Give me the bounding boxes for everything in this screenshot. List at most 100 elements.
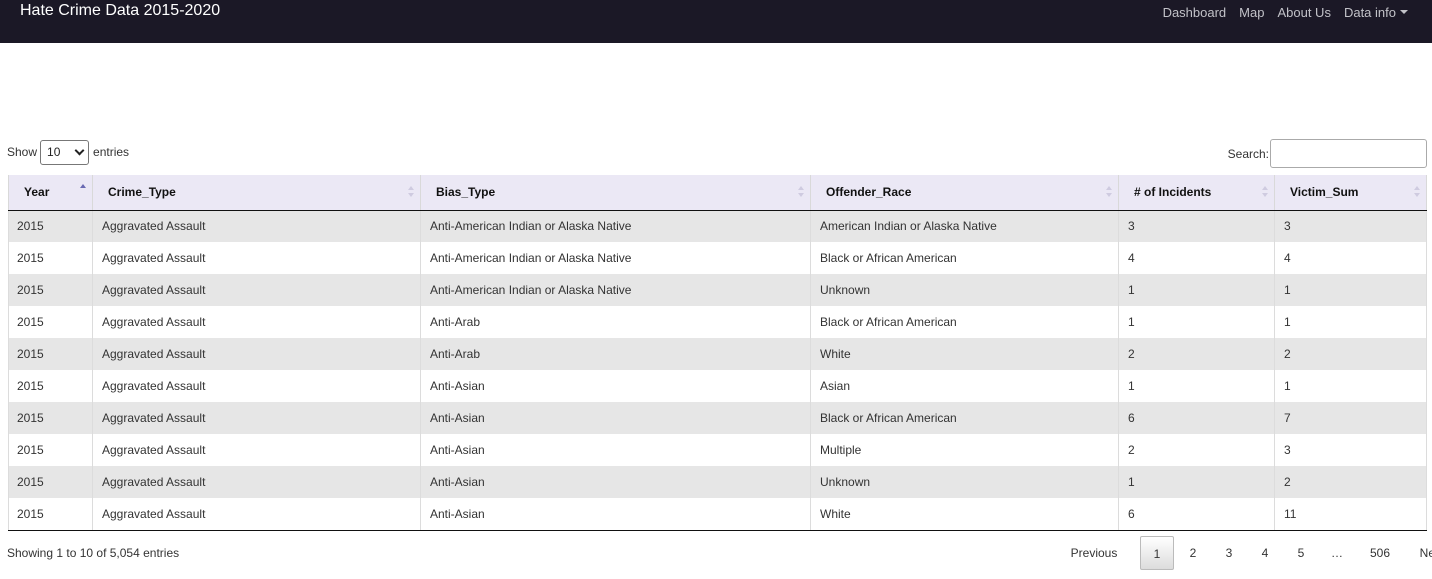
sort-icon [1106,186,1112,199]
incidents-cell: 1 [1118,370,1275,402]
sort-icon [1414,186,1420,199]
year-cell: 2015 [8,242,93,274]
table-row: 2015 Aggravated Assault Anti-Asian Black or… [8,402,1427,434]
table-search: Search: [1228,139,1427,168]
year-cell: 2015 [8,402,93,434]
bias-type-cell: Anti-Asian [420,434,811,466]
bias-type-cell: Anti-Arab [420,338,811,370]
year-cell: 2015 [8,434,93,466]
caret-down-icon [1400,10,1408,14]
pagination-last-page[interactable]: 506 [1360,536,1400,570]
crime-type-cell: Aggravated Assault [92,402,421,434]
pagination-previous-button[interactable]: Previous [1063,536,1125,570]
brand-title[interactable]: Hate Crime Data 2015-2020 [20,2,220,20]
offender-race-cell: White [810,338,1119,370]
victim-sum-cell: 3 [1274,434,1427,466]
table-body: 2015 Aggravated Assault Anti-American Indi… [8,210,1427,531]
offender-race-cell: Black or African American [810,402,1119,434]
incidents-cell: 2 [1118,338,1275,370]
pagination-ellipsis: … [1331,546,1343,560]
pagination-page-3[interactable]: 3 [1216,536,1242,570]
offender-race-cell: White [810,498,1119,531]
offender-race-cell: Black or African American [810,306,1119,338]
incidents-cell: 4 [1118,242,1275,274]
table-row: 2015 Aggravated Assault Anti-Arab Black or … [8,306,1427,338]
victim-sum-cell: 11 [1274,498,1427,531]
incidents-cell: 1 [1118,306,1275,338]
pagination-page-2[interactable]: 2 [1180,536,1206,570]
search-input[interactable] [1270,139,1427,168]
year-cell: 2015 [8,370,93,402]
chevron-down-icon [74,145,85,155]
victim-sum-cell: 2 [1274,338,1427,370]
bias-type-cell: Anti-American Indian or Alaska Native [420,242,811,274]
entries-per-page-select[interactable]: 10 [40,139,90,165]
entries-per-page-value: 10 [47,145,61,159]
length-suffix-label: entries [93,145,130,159]
column-header-label: Offender_Race [826,185,912,200]
incidents-cell: 2 [1118,434,1275,466]
year-cell: 2015 [8,274,93,306]
top-navbar: Hate Crime Data 2015-2020 Dashboard Map … [0,0,1432,43]
nav-dropdown-label: Data info [1343,5,1396,20]
column-header-victim-sum[interactable]: Victim_Sum [1274,175,1427,211]
sort-icon [408,186,414,199]
victim-sum-cell: 1 [1274,306,1427,338]
column-header-label: # of Incidents [1134,185,1212,200]
table-row: 2015 Aggravated Assault Anti-American Indi… [8,242,1427,274]
column-header-bias-type[interactable]: Bias_Type [420,175,811,211]
column-header-offender-race[interactable]: Offender_Race [810,175,1119,211]
pagination-page-4[interactable]: 4 [1252,536,1278,570]
crime-type-cell: Aggravated Assault [92,306,421,338]
sort-icon [798,186,804,199]
column-header-label: Victim_Sum [1290,185,1359,200]
victim-sum-cell: 3 [1274,210,1427,242]
sort-icon [1262,186,1268,199]
year-cell: 2015 [8,466,93,498]
victim-sum-cell: 1 [1274,370,1427,402]
nav-link-dashboard[interactable]: Dashboard [1163,5,1227,20]
victim-sum-cell: 1 [1274,274,1427,306]
incidents-cell: 6 [1118,402,1275,434]
length-prefix-label: Show [7,145,38,159]
bias-type-cell: Anti-American Indian or Alaska Native [420,210,811,242]
incidents-cell: 6 [1118,498,1275,531]
bias-type-cell: Anti-Asian [420,370,811,402]
offender-race-cell: Black or African American [810,242,1119,274]
table-info-text: Showing 1 to 10 of 5,054 entries [7,546,180,560]
victim-sum-cell: 7 [1274,402,1427,434]
table-row: 2015 Aggravated Assault Anti-Asian White 6 11 [8,498,1427,531]
table-row: 2015 Aggravated Assault Anti-American Indi… [8,274,1427,306]
pagination: Previous 1 2 3 4 5 … 506 Next [1032,536,1432,570]
crime-type-cell: Aggravated Assault [92,370,421,402]
nav-dropdown-data-info[interactable]: Data info [1344,5,1408,20]
table-row: 2015 Aggravated Assault Anti-Asian Asian 1 1 [8,370,1427,402]
bias-type-cell: Anti-Asian [420,402,811,434]
crime-type-cell: Aggravated Assault [92,242,421,274]
pagination-next-button[interactable]: Next [1412,536,1432,570]
pagination-page-1[interactable]: 1 [1140,536,1174,570]
column-header-year[interactable]: Year [8,175,93,211]
offender-race-cell: American Indian or Alaska Native [810,210,1119,242]
year-cell: 2015 [8,306,93,338]
nav-link-map[interactable]: Map [1239,5,1264,20]
crime-type-cell: Aggravated Assault [92,210,421,242]
year-cell: 2015 [8,498,93,531]
column-header-label: Year [24,185,50,200]
column-header-incidents[interactable]: # of Incidents [1118,175,1275,211]
table-row: 2015 Aggravated Assault Anti-Asian Unknown 1… [8,466,1427,498]
nav-links: Dashboard Map About Us Data info [1150,5,1408,20]
column-header-crime-type[interactable]: Crime_Type [92,175,421,211]
search-label: Search: [1227,146,1269,161]
pagination-page-5[interactable]: 5 [1288,536,1314,570]
table-row: 2015 Aggravated Assault Anti-Arab White 2 2 [8,338,1427,370]
incidents-cell: 3 [1118,210,1275,242]
nav-link-about-us[interactable]: About Us [1277,5,1330,20]
column-header-label: Bias_Type [436,185,496,200]
crime-type-cell: Aggravated Assault [92,498,421,531]
year-cell: 2015 [8,210,93,242]
victim-sum-cell: 2 [1274,466,1427,498]
offender-race-cell: Multiple [810,434,1119,466]
bias-type-cell: Anti-Asian [420,466,811,498]
victim-sum-cell: 4 [1274,242,1427,274]
